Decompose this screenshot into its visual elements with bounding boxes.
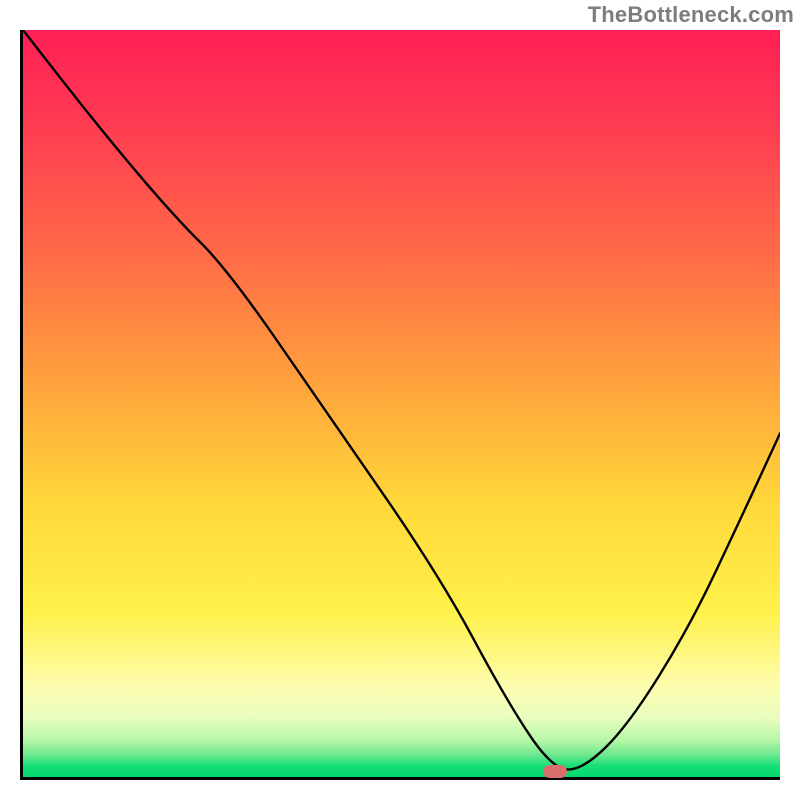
bottleneck-curve [23,30,780,777]
plot-area [20,30,780,780]
watermark-text: TheBottleneck.com [588,2,794,28]
chart-container: TheBottleneck.com [0,0,800,800]
optimum-marker [543,765,567,778]
